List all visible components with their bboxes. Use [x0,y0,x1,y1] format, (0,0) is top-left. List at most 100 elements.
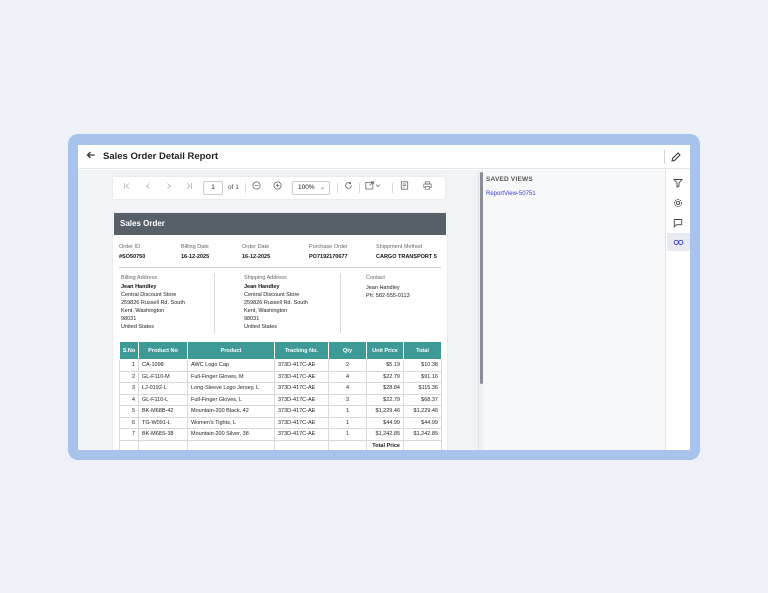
table-cell: GL-F110-L [138,393,188,406]
report-title: Sales Order [114,213,446,235]
table-cell: $91.16 [403,370,442,383]
table-cell: 2 [328,359,367,372]
table-cell: Long-Sleeve Logo Jersey, L [187,382,275,395]
table-cell: Women's Tights, L [187,416,275,429]
last-page-icon[interactable] [183,181,195,195]
divider [245,183,246,193]
settings-icon[interactable] [667,194,690,212]
total-price-label: Total Price [366,439,404,450]
shipping-line: 98031 [244,316,260,322]
table-cell: BK-M68B-42 [138,405,188,418]
contact-line: Ph: 582-555-0113 [366,293,410,299]
table-cell: $1,229.46 [366,405,404,418]
back-arrow-icon[interactable] [84,150,98,164]
table-cell: 2 [119,370,139,383]
table-row: 1 CA-1098 AWC Logo Cap 373D-417C-AE 2 $5… [119,359,442,372]
divider [392,183,393,193]
purchase-order-label: Purchase Order [309,244,348,250]
table-cell: 373D-417C-AE [274,405,329,418]
report-viewer: 1 of 1 100% ⌄ Sales Order Order ID #SO50… [78,170,478,450]
billing-line: 98031 [121,316,137,322]
table-cell: $28.84 [366,382,404,395]
table-cell: 3 [328,393,367,406]
table-cell: 3 [119,382,139,395]
billing-address-label: Billing Address [121,275,158,281]
column-header: Unit Price [366,341,404,360]
billing-name: Jean Handley [121,284,157,290]
total-row: Total Price [119,439,442,450]
column-header: Qty [328,341,367,360]
table-cell: $22.79 [366,393,404,406]
table-cell: $22.79 [366,370,404,383]
zoom-value: 100% [298,184,315,191]
divider [119,267,441,268]
page-number-input[interactable]: 1 [203,181,223,195]
page-title: Sales Order Detail Report [103,151,219,162]
zoom-out-icon[interactable] [250,181,262,195]
table-cell: Full-Finger Gloves, M [187,370,275,383]
table-header-row: S.No Product No Product Tracking No. Qty… [119,341,442,360]
shipping-line: 259826 Russell Rd. South [244,300,308,306]
table-cell: 5 [119,405,139,418]
report-window: Sales Order Detail Report 1 of 1 100% ⌄ … [78,145,690,450]
refresh-icon[interactable] [342,181,354,195]
export-icon[interactable] [364,181,384,195]
table-cell: 373D-417C-AE [274,393,329,406]
table-cell: $68.37 [403,393,442,406]
order-id-value: #SO50750 [119,254,146,260]
divider [664,150,665,164]
table-cell: 1 [328,416,367,429]
page-total-label: of 1 [228,184,239,191]
prev-page-icon[interactable] [142,181,154,195]
table-row: 7 BK-M68S-38 Mountain-200 Silver, 38 373… [119,428,442,441]
table-cell: Full-Finger Gloves, L [187,393,275,406]
table-row: 6 TG-W091-L Women's Tights, L 373D-417C-… [119,416,442,429]
title-bar: Sales Order Detail Report [78,145,690,169]
table-cell: 4 [119,393,139,406]
table-row: 2 GL-F110-M Full-Finger Gloves, M 373D-4… [119,370,442,383]
table-cell: 373D-417C-AE [274,382,329,395]
filter-icon[interactable] [667,174,690,192]
divider [359,183,360,193]
table-cell: TG-W091-L [138,416,188,429]
billing-line: Central Discount Store [121,292,177,298]
table-cell: CA-1098 [138,359,188,372]
order-id-label: Order ID [119,244,141,250]
saved-view-link[interactable]: ReportView-50751 [486,191,536,197]
table-cell: Mountain-200 Silver, 38 [187,428,275,441]
edit-pencil-icon[interactable] [670,150,684,164]
comment-icon[interactable] [667,214,690,232]
table-row: 5 BK-M68B-42 Mountain-200 Black, 42 373D… [119,405,442,418]
table-cell: GL-F110-M [138,370,188,383]
saved-views-title: SAVED VIEWS [486,176,533,183]
column-header: Total [403,341,442,360]
first-page-icon[interactable] [121,181,133,195]
table-cell: $5.19 [366,359,404,372]
table-cell: 373D-417C-AE [274,370,329,383]
column-header: Product No [138,341,188,360]
contact-line: Jean Handley [366,285,400,291]
table-cell: 6 [119,416,139,429]
next-page-icon[interactable] [163,181,175,195]
contact-label: Contact [366,275,385,281]
zoom-in-icon[interactable] [271,181,283,195]
table-cell: 1 [328,428,367,441]
table-cell: $44.99 [366,416,404,429]
order-date-label: Order Date [242,244,270,250]
shipping-address-label: Shipping Address [244,275,287,281]
billing-line: Kent, Washington [121,308,165,314]
shipment-method-label: Shippment Method [376,244,423,250]
table-cell: 1 [328,405,367,418]
zoom-select[interactable]: 100% ⌄ [292,181,330,195]
print-icon[interactable] [421,181,433,195]
billing-date-label: Billing Date [181,244,209,250]
shipping-line: Kent, Washington [244,308,288,314]
purchase-order-value: PO7192170677 [309,254,348,260]
link-icon[interactable] [667,233,690,251]
table-cell: $1,242.85 [403,428,442,441]
print-layout-icon[interactable] [398,181,410,195]
shipment-method-value: CARGO TRANSPORT 5 [376,254,437,260]
viewer-toolbar: 1 of 1 100% ⌄ [113,177,445,199]
divider [340,273,341,333]
saved-views-panel: SAVED VIEWS ReportView-50751 [483,170,665,450]
